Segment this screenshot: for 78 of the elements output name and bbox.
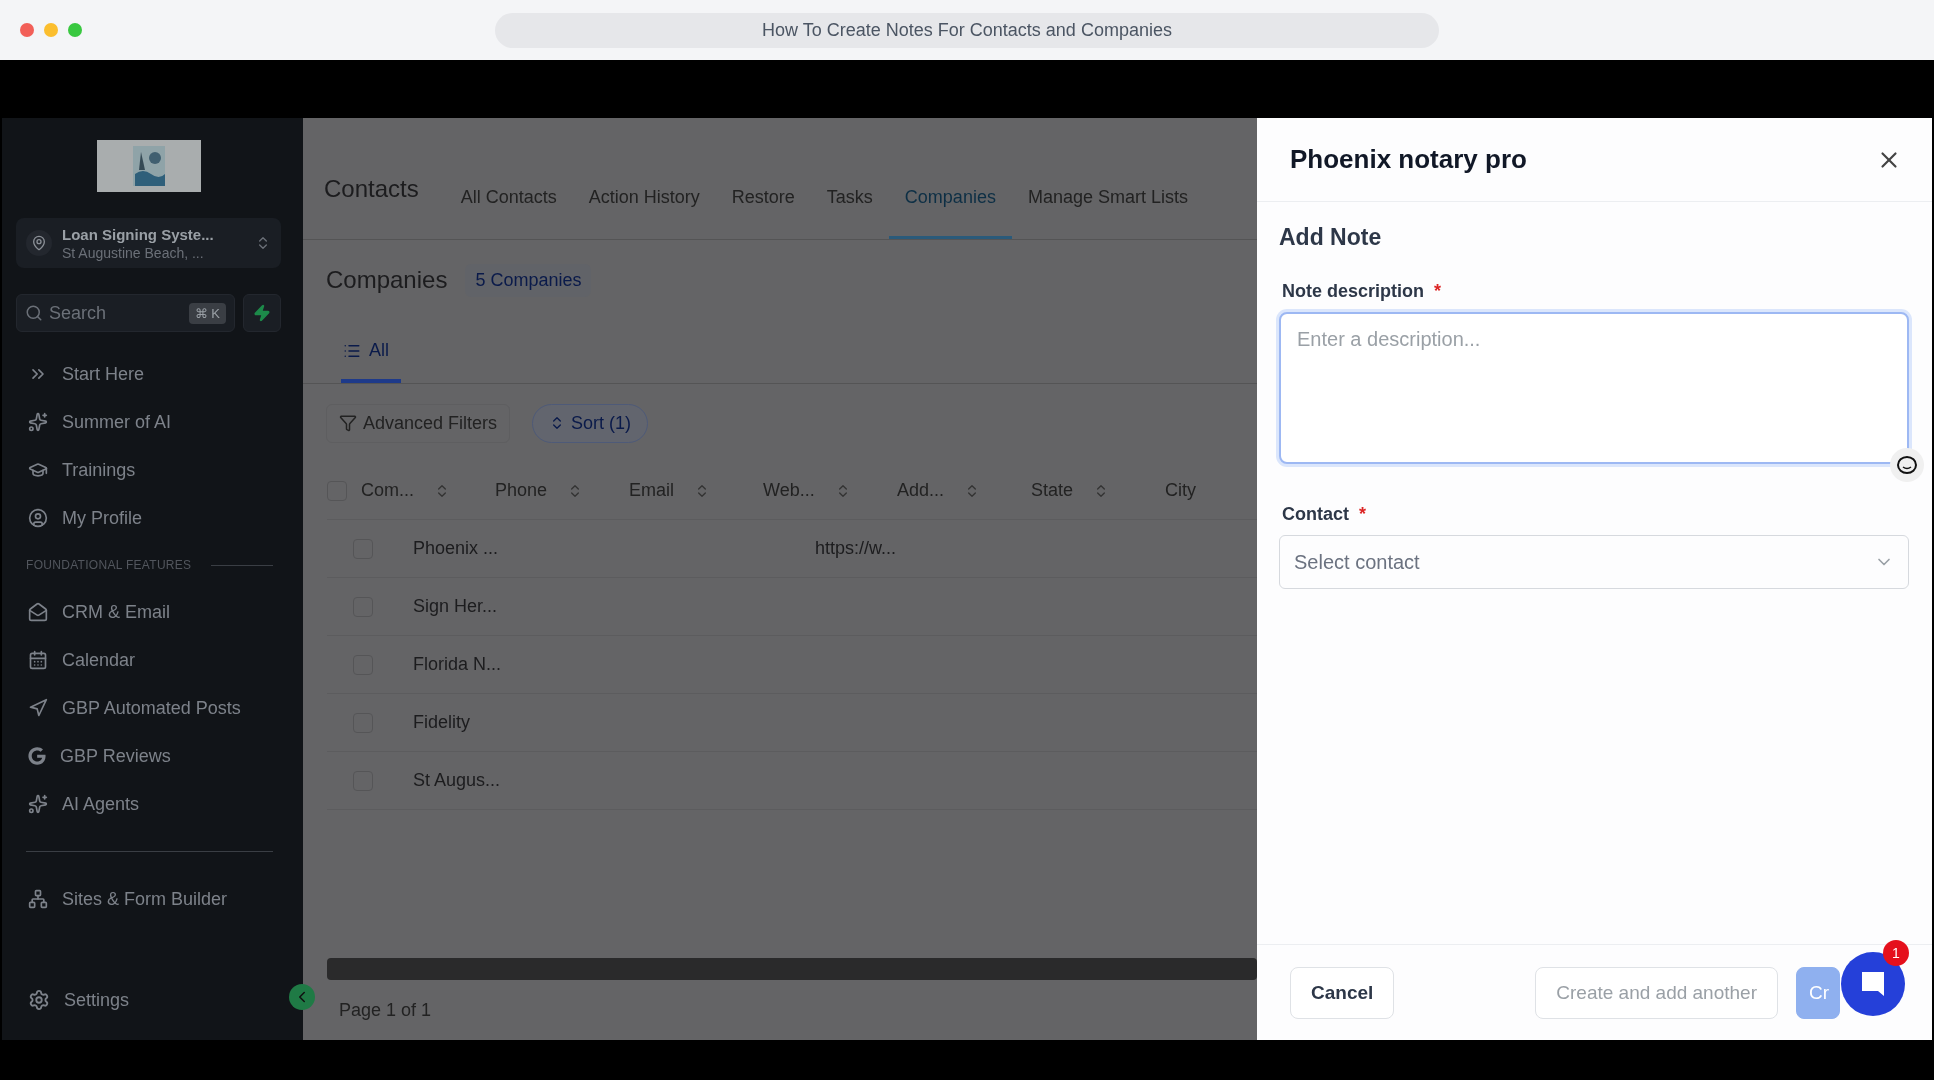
- account-switcher[interactable]: Loan Signing Syste... St Augustine Beach, ...: [16, 218, 281, 268]
- graduation-cap-icon: [28, 460, 48, 480]
- envelope-icon: [28, 602, 48, 622]
- sidebar-item[interactable]: Trainings: [16, 446, 281, 494]
- sort-button[interactable]: Sort (1): [532, 403, 649, 443]
- search-icon: [25, 304, 43, 322]
- calendar-icon: [28, 650, 48, 670]
- account-location: St Augustine Beach, ...: [62, 244, 205, 261]
- account-name: Loan Signing Syste...: [62, 225, 215, 243]
- location-pin-icon: [31, 235, 47, 251]
- pagination-text: Page 1 of 1: [339, 999, 432, 1021]
- column-header[interactable]: Web...: [749, 480, 883, 501]
- sidebar-item[interactable]: CRM & Email: [16, 588, 281, 636]
- assistant-button[interactable]: [1890, 448, 1924, 482]
- shortcut-key: ⌘ K: [188, 302, 226, 324]
- contact-select[interactable]: Select contact: [1279, 535, 1909, 589]
- sidebar-item[interactable]: Start Here: [16, 350, 281, 398]
- table-cell: St Augus...: [413, 770, 501, 790]
- sparkles-icon: [28, 412, 48, 432]
- tab[interactable]: All Contacts: [444, 187, 573, 239]
- sidebar-item[interactable]: Settings: [16, 976, 130, 1024]
- collapse-sidebar-button[interactable]: [289, 984, 315, 1010]
- sidebar-item[interactable]: GBP Automated Posts: [16, 684, 281, 732]
- create-button[interactable]: Cr: [1796, 966, 1840, 1019]
- tab[interactable]: Tasks: [810, 187, 889, 239]
- tab[interactable]: Companies: [888, 187, 1012, 239]
- smile-icon: [1896, 455, 1918, 475]
- required-mark: *: [1359, 504, 1366, 525]
- tab[interactable]: Action History: [572, 187, 716, 239]
- column-header[interactable]: City: [1151, 480, 1257, 501]
- sidebar-item[interactable]: AI Agents: [16, 780, 281, 828]
- table-cell: Fidelity: [413, 712, 470, 732]
- navigation-arrow-icon: [28, 698, 48, 718]
- column-header[interactable]: Com...: [347, 480, 481, 501]
- maximize-window-icon[interactable]: [68, 23, 82, 37]
- page-title: Contacts: [324, 175, 419, 204]
- field-label: Note description: [1282, 281, 1424, 302]
- table-cell: Florida N...: [413, 654, 502, 674]
- sidebar-item[interactable]: Sites & Form Builder: [16, 875, 281, 923]
- section-label: FOUNDATIONAL FEATURES: [26, 558, 192, 572]
- table-cell: Sign Her...: [413, 596, 498, 616]
- search-placeholder: Search: [49, 302, 107, 324]
- sidebar-item[interactable]: My Profile: [16, 494, 281, 542]
- lightning-icon: [253, 304, 271, 322]
- description-field[interactable]: Enter a description...: [1279, 312, 1909, 464]
- settings-icon: [28, 989, 50, 1011]
- close-window-icon[interactable]: [20, 23, 34, 37]
- panel-title: Phoenix notary pro: [1290, 144, 1528, 175]
- sidebar-item[interactable]: GBP Reviews: [16, 732, 281, 780]
- sitemap-icon: [28, 889, 48, 909]
- horizontal-scrollbar[interactable]: [327, 958, 1257, 980]
- column-header[interactable]: Email: [615, 480, 749, 501]
- filter-button[interactable]: Advanced Filters: [326, 403, 511, 443]
- form-heading: Add Note: [1279, 224, 1383, 251]
- column-header[interactable]: Phone: [481, 480, 615, 501]
- user-circle-icon: [28, 508, 48, 528]
- tab[interactable]: Restore: [715, 187, 811, 239]
- notification-badge: 1: [1883, 940, 1909, 966]
- field-label: Contact: [1282, 504, 1349, 525]
- column-header[interactable]: State: [1017, 480, 1151, 501]
- search-field[interactable]: Search ⌘ K: [16, 294, 235, 332]
- quick-action-button[interactable]: [243, 294, 281, 332]
- window-title: How To Create Notes For Contacts and Companies: [495, 13, 1439, 48]
- sparkles-icon: [28, 794, 48, 814]
- section-heading: Companies: [326, 266, 448, 294]
- filter-icon: [339, 414, 357, 432]
- table-cell: Phoenix ...: [413, 538, 499, 558]
- table-cell: https://w...: [815, 538, 897, 558]
- sidebar-item[interactable]: Summer of AI: [16, 398, 281, 446]
- google-icon: [28, 747, 46, 765]
- create-and-add-button[interactable]: Create and add another: [1535, 966, 1778, 1019]
- required-mark: *: [1434, 281, 1442, 302]
- sidebar-item[interactable]: Calendar: [16, 636, 281, 684]
- cancel-button[interactable]: Cancel: [1290, 966, 1395, 1019]
- column-header[interactable]: Add...: [883, 480, 1017, 501]
- view-tab[interactable]: All: [341, 340, 401, 383]
- minimize-window-icon[interactable]: [44, 23, 58, 37]
- tab[interactable]: Manage Smart Lists: [1011, 187, 1204, 239]
